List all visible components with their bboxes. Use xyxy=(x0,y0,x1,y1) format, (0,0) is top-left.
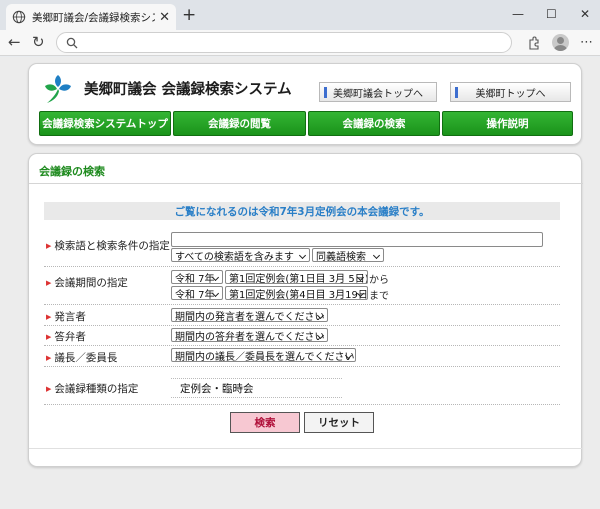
chair-label: ▶ 議長／委員長 xyxy=(46,352,118,364)
period-to-era-select[interactable]: 令和 7年 xyxy=(171,286,223,300)
period-to-session-select[interactable]: 第1回定例会(第4日目 3月19日) xyxy=(225,286,368,300)
bullet-icon: ▶ xyxy=(46,313,52,321)
nav-help[interactable]: 操作説明 xyxy=(442,111,573,136)
nav-search[interactable]: 会議録の検索 xyxy=(308,111,440,136)
answerer-select[interactable]: 期間内の答弁者を選んでください xyxy=(171,328,328,342)
search-icon xyxy=(66,37,78,49)
reload-icon[interactable]: ↻ xyxy=(32,35,45,50)
tab-title: 美郷町議会/会議録検索システム xyxy=(32,11,155,24)
bullet-icon: ▶ xyxy=(46,333,52,341)
row-divider xyxy=(44,304,560,305)
site-header: 美郷町議会 会議録検索システム 美郷町議会トップへ 美郷町トップへ 会議録検索シ… xyxy=(28,63,582,145)
new-tab-button[interactable]: + xyxy=(182,6,196,24)
keyword-condition-select[interactable]: すべての検索語を含みます xyxy=(171,248,310,262)
tab-close-icon[interactable]: ✕ xyxy=(159,10,170,25)
bullet-icon: ▶ xyxy=(46,354,52,362)
extensions-icon[interactable] xyxy=(527,36,541,50)
meeting-kind-value: 定例会・臨時会 xyxy=(171,378,342,398)
site-title: 美郷町議会 会議録検索システム xyxy=(84,82,292,98)
period-to-suffix: まで xyxy=(369,291,389,302)
nav-browse[interactable]: 会議録の閲覧 xyxy=(173,111,306,136)
nav-search-system-top[interactable]: 会議録検索システムトップ xyxy=(39,111,171,136)
browser-tab[interactable]: 美郷町議会/会議録検索システム ✕ xyxy=(6,4,176,30)
speaker-label: ▶ 発言者 xyxy=(46,311,86,323)
row-divider xyxy=(44,345,560,346)
browser-toolbar: ← ↻ ⋯ xyxy=(0,30,600,56)
address-bar[interactable] xyxy=(56,32,512,53)
bullet-icon: ▶ xyxy=(46,279,52,287)
search-button[interactable]: 検索 xyxy=(230,412,300,433)
row-divider xyxy=(44,366,560,367)
period-label: ▶ 会議期間の指定 xyxy=(46,277,128,289)
speaker-select[interactable]: 期間内の発言者を選んでください xyxy=(171,308,328,322)
council-top-link[interactable]: 美郷町議会トップへ xyxy=(319,82,437,102)
period-from-session-select[interactable]: 第1回定例会(第1日目 3月 5日) xyxy=(225,270,368,284)
town-top-link[interactable]: 美郷町トップへ xyxy=(450,82,571,102)
browser-titlebar: 美郷町議会/会議録検索システム ✕ + — ☐ ✕ xyxy=(0,0,600,30)
reset-button[interactable]: リセット xyxy=(304,412,374,433)
window-close-icon[interactable]: ✕ xyxy=(580,7,590,21)
synonym-select[interactable]: 同義語検索 xyxy=(312,248,384,262)
chair-select[interactable]: 期間内の議長／委員長を選んでください xyxy=(171,348,356,362)
bullet-icon: ▶ xyxy=(46,385,52,393)
section-divider xyxy=(29,183,583,184)
globe-icon xyxy=(12,10,26,24)
search-panel: 会議録の検索 ご覧になれるのは令和7年3月定例会の本会議録です。 ▶ 検索語と検索… xyxy=(28,153,583,467)
row-divider xyxy=(44,404,560,405)
keyword-input[interactable] xyxy=(171,232,543,247)
keyword-label: ▶ 検索語と検索条件の指定 xyxy=(46,240,170,252)
profile-avatar[interactable] xyxy=(552,34,569,51)
back-icon[interactable]: ← xyxy=(8,35,21,50)
town-logo-icon xyxy=(45,75,71,103)
answerer-label: ▶ 答弁者 xyxy=(46,331,86,343)
meeting-kind-label: ▶ 会議録種類の指定 xyxy=(46,383,139,395)
panel-footer-line xyxy=(29,448,583,449)
period-from-era-select[interactable]: 令和 7年 xyxy=(171,270,223,284)
minimize-icon[interactable]: — xyxy=(512,7,524,21)
period-from-suffix: から xyxy=(369,275,389,286)
page-viewport: 美郷町議会 会議録検索システム 美郷町議会トップへ 美郷町トップへ 会議録検索シ… xyxy=(0,57,600,509)
row-divider xyxy=(44,266,560,267)
maximize-icon[interactable]: ☐ xyxy=(546,7,557,21)
row-divider xyxy=(44,325,560,326)
more-menu-icon[interactable]: ⋯ xyxy=(580,35,593,50)
section-title: 会議録の検索 xyxy=(39,165,105,178)
availability-notice: ご覧になれるのは令和7年3月定例会の本会議録です。 xyxy=(44,202,560,220)
bullet-icon: ▶ xyxy=(46,242,52,250)
